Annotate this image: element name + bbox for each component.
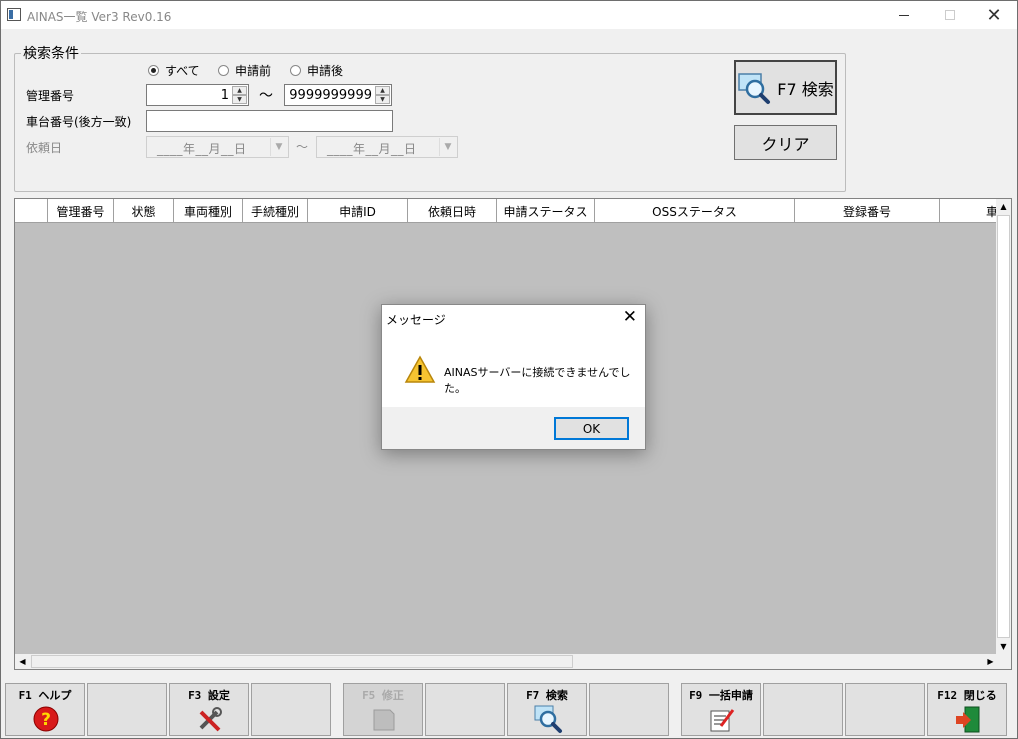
- f2-empty-button[interactable]: [87, 683, 167, 736]
- spin-up-icon[interactable]: ▲: [375, 86, 390, 95]
- kanri-from-value: 1: [220, 88, 229, 103]
- f3-settings-button[interactable]: F3 設定: [169, 683, 249, 736]
- column-header-status[interactable]: 状態: [114, 199, 174, 222]
- minimize-icon: [899, 14, 909, 16]
- window-title: AINAS一覧 Ver3 Rev0.16: [27, 10, 172, 24]
- date-to-text: ____年__月__日: [327, 142, 417, 156]
- f8-empty-button[interactable]: [589, 683, 669, 736]
- radio-dot: [148, 65, 159, 76]
- spin-down-icon[interactable]: ▼: [375, 95, 390, 104]
- maximize-icon: [945, 10, 955, 20]
- help-icon: ?: [33, 706, 59, 732]
- exit-door-icon: [956, 706, 980, 733]
- dialog-title: メッセージ: [386, 313, 446, 327]
- f10-empty-button[interactable]: [763, 683, 843, 736]
- radio-dot: [290, 65, 301, 76]
- message-dialog: メッセージ ✕ AINASサーバーに接続できませんでした。 OK: [381, 304, 646, 450]
- fkey-label: F1 ヘルプ: [18, 689, 72, 702]
- chassis-number-input[interactable]: [146, 110, 393, 132]
- kanri-to-value: 9999999999: [289, 88, 372, 103]
- column-header-rowselect[interactable]: [15, 199, 48, 222]
- main-window: AINAS一覧 Ver3 Rev0.16 ✕ 検索条件 すべて 申請前 申請後 …: [0, 0, 1018, 739]
- maximize-button: [927, 1, 973, 29]
- batch-apply-icon: [710, 709, 735, 732]
- radio-label: 申請後: [307, 64, 344, 78]
- scroll-corner: [996, 654, 1011, 669]
- warning-icon: [404, 355, 436, 383]
- column-header-oss-status[interactable]: OSSステータス: [595, 199, 795, 222]
- search-icon: [738, 72, 771, 104]
- app-icon: [7, 8, 21, 21]
- request-date-label: 依頼日: [26, 141, 63, 155]
- dialog-footer: OK: [382, 407, 645, 449]
- fkey-label: F12 閉じる: [937, 689, 997, 702]
- radio-after-apply[interactable]: 申請後: [290, 62, 343, 79]
- close-button[interactable]: ✕: [971, 1, 1017, 29]
- fkey-label: F9 一括申請: [689, 689, 753, 702]
- search-conditions-group: 検索条件: [14, 43, 846, 192]
- f6-empty-button[interactable]: [425, 683, 505, 736]
- dialog-message: AINASサーバーに接続できませんでした。: [444, 366, 631, 395]
- fkey-label: F3 設定: [188, 689, 230, 702]
- column-header-apply-status[interactable]: 申請ステータス: [497, 199, 595, 222]
- edit-icon: [373, 709, 395, 731]
- kanri-number-label: 管理番号: [26, 89, 75, 103]
- title-bar[interactable]: AINAS一覧 Ver3 Rev0.16 ✕: [1, 1, 1017, 29]
- search-button[interactable]: F7 検索: [734, 60, 837, 115]
- column-header-vehicle-type[interactable]: 車両種別: [174, 199, 243, 222]
- column-header-vehicle-partial[interactable]: 車: [940, 199, 998, 222]
- chevron-down-icon: ▼: [270, 138, 287, 156]
- dialog-ok-button[interactable]: OK: [554, 417, 629, 440]
- grid-header: 管理番号 状態 車両種別 手続種別 申請ID 依頼日時 申請ステータス OSSス…: [15, 199, 998, 223]
- column-header-registration-number[interactable]: 登録番号: [795, 199, 940, 222]
- radio-label: すべて: [165, 64, 200, 78]
- vertical-scrollbar[interactable]: ▲ ▼: [996, 199, 1011, 656]
- scroll-up-icon[interactable]: ▲: [996, 199, 1011, 214]
- radio-before-apply[interactable]: 申請前: [218, 62, 271, 79]
- f1-help-button[interactable]: F1 ヘルプ ?: [5, 683, 85, 736]
- dialog-close-icon[interactable]: ✕: [623, 307, 637, 327]
- scroll-down-icon[interactable]: ▼: [996, 639, 1011, 654]
- column-header-procedure-type[interactable]: 手続種別: [243, 199, 308, 222]
- settings-tools-icon: [199, 707, 222, 732]
- search-icon: [534, 705, 562, 733]
- column-header-request-datetime[interactable]: 依頼日時: [408, 199, 497, 222]
- column-header-apply-id[interactable]: 申請ID: [308, 199, 408, 222]
- clear-button[interactable]: クリア: [734, 125, 837, 160]
- minimize-button[interactable]: [881, 1, 927, 29]
- request-date-from: ____年__月__日 ▼: [146, 136, 289, 158]
- function-key-bar: F1 ヘルプ ? F3 設定 F5 修正 F7 検索 F9 一括申請 F12 閉…: [1, 681, 1018, 739]
- kanri-from-input[interactable]: 1 ▲ ▼: [146, 84, 249, 106]
- chevron-down-icon: ▼: [439, 138, 456, 156]
- spin-up-icon[interactable]: ▲: [232, 86, 247, 95]
- request-date-to: ____年__月__日 ▼: [316, 136, 458, 158]
- kanri-to-input[interactable]: 9999999999 ▲ ▼: [284, 84, 392, 106]
- radio-label: 申請前: [235, 64, 272, 78]
- search-button-label: F7 検索: [777, 79, 834, 99]
- spin-down-icon[interactable]: ▼: [232, 95, 247, 104]
- f12-close-button[interactable]: F12 閉じる: [927, 683, 1007, 736]
- column-header-kanri-number[interactable]: 管理番号: [48, 199, 114, 222]
- kanri-to-spinner[interactable]: ▲ ▼: [375, 86, 390, 104]
- f5-edit-button: F5 修正: [343, 683, 423, 736]
- horizontal-scrollbar[interactable]: ◀ ▶: [15, 654, 998, 669]
- radio-all[interactable]: すべて: [148, 62, 200, 79]
- f4-empty-button[interactable]: [251, 683, 331, 736]
- scroll-left-icon[interactable]: ◀: [15, 654, 30, 669]
- kanri-range-separator: ～: [259, 88, 273, 104]
- fkey-label: F7 検索: [526, 689, 568, 702]
- fkey-label: F5 修正: [362, 689, 404, 702]
- f7-search-button[interactable]: F7 検索: [507, 683, 587, 736]
- svg-text:?: ?: [41, 710, 51, 730]
- radio-dot: [218, 65, 229, 76]
- kanri-from-spinner[interactable]: ▲ ▼: [232, 86, 247, 104]
- horizontal-scroll-thumb[interactable]: [31, 655, 573, 668]
- search-conditions-legend: 検索条件: [23, 46, 79, 62]
- f9-batch-apply-button[interactable]: F9 一括申請: [681, 683, 761, 736]
- date-range-separator: ～: [296, 140, 309, 154]
- date-from-text: ____年__月__日: [157, 142, 247, 156]
- vertical-scroll-thumb[interactable]: [997, 215, 1010, 638]
- f11-empty-button[interactable]: [845, 683, 925, 736]
- chassis-number-label: 車台番号(後方一致): [26, 115, 132, 129]
